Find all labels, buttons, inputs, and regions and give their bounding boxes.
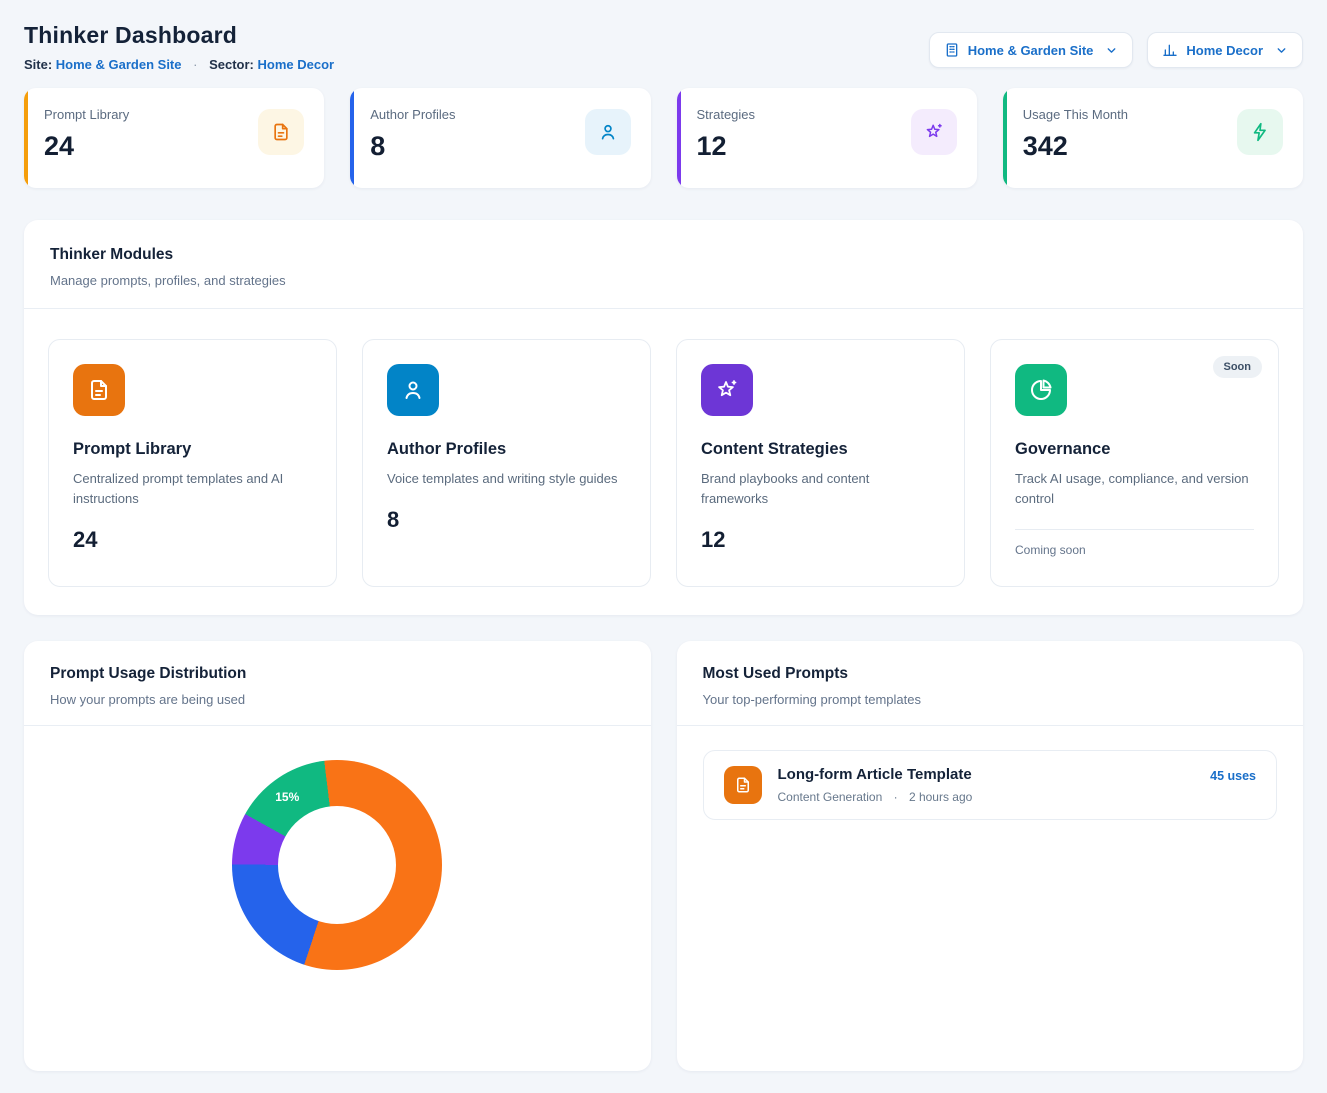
usage-card-header: Prompt Usage Distribution How your promp… — [24, 641, 651, 725]
module-description: Track AI usage, compliance, and version … — [1015, 469, 1254, 509]
modules-grid: Prompt Library Centralized prompt templa… — [24, 309, 1303, 615]
stat-text: Strategies 12 — [697, 107, 756, 162]
usage-card-subtitle: How your prompts are being used — [50, 692, 625, 707]
prompt-item-category: Content Generation — [778, 790, 883, 804]
module-card-author-profiles[interactable]: Author Profiles Voice templates and writ… — [362, 339, 651, 587]
stat-card-strategies: Strategies 12 — [677, 88, 977, 188]
site-dropdown[interactable]: Home & Garden Site — [929, 32, 1134, 68]
sparkle-star-icon — [701, 364, 753, 416]
site-label: Site: — [24, 57, 52, 72]
modules-panel-header: Thinker Modules Manage prompts, profiles… — [24, 220, 1303, 308]
prompt-list-item[interactable]: Long-form Article Template Content Gener… — [703, 750, 1278, 820]
module-description: Centralized prompt templates and AI inst… — [73, 469, 312, 509]
stat-text: Prompt Library 24 — [44, 107, 129, 162]
bar-chart-icon — [1162, 42, 1178, 58]
sector-label: Sector: — [209, 57, 254, 72]
prompt-item-uses: 45 uses — [1210, 769, 1256, 783]
site-link[interactable]: Home & Garden Site — [56, 57, 182, 72]
prompt-item-meta: Content Generation · 2 hours ago — [778, 790, 1195, 804]
prompts-card-header: Most Used Prompts Your top-performing pr… — [677, 641, 1304, 725]
separator: · — [193, 57, 197, 72]
module-value: 8 — [387, 507, 626, 533]
stat-value: 12 — [697, 131, 756, 162]
person-icon — [585, 109, 631, 155]
sector-link[interactable]: Home Decor — [258, 57, 335, 72]
separator: · — [894, 790, 898, 804]
prompt-list: Long-form Article Template Content Gener… — [677, 726, 1304, 844]
stats-row: Prompt Library 24 Author Profiles 8 Stra… — [24, 88, 1303, 188]
usage-distribution-card: Prompt Usage Distribution How your promp… — [24, 641, 651, 1071]
stat-card-prompt-library: Prompt Library 24 — [24, 88, 324, 188]
stat-text: Author Profiles 8 — [370, 107, 455, 162]
document-icon — [258, 109, 304, 155]
document-icon — [73, 364, 125, 416]
prompt-item-title: Long-form Article Template — [778, 766, 1195, 783]
sector-dropdown[interactable]: Home Decor — [1147, 32, 1303, 68]
module-card-governance[interactable]: Soon Governance Track AI usage, complian… — [990, 339, 1279, 587]
stat-label: Usage This Month — [1023, 107, 1128, 122]
module-title: Author Profiles — [387, 440, 626, 459]
sector-dropdown-label: Home Decor — [1186, 43, 1263, 58]
donut-chart-area: 15% — [24, 726, 651, 1046]
header-left: Thinker Dashboard Site: Home & Garden Si… — [24, 22, 334, 72]
stat-value: 342 — [1023, 131, 1128, 162]
stat-text: Usage This Month 342 — [1023, 107, 1128, 162]
stat-label: Prompt Library — [44, 107, 129, 122]
soon-badge: Soon — [1213, 356, 1263, 378]
page-title: Thinker Dashboard — [24, 22, 334, 49]
prompt-item-main: Long-form Article Template Content Gener… — [778, 766, 1195, 804]
breadcrumb: Site: Home & Garden Site · Sector: Home … — [24, 57, 334, 72]
divider — [1015, 529, 1254, 530]
module-value: 12 — [701, 527, 940, 553]
module-title: Prompt Library — [73, 440, 312, 459]
usage-card-title: Prompt Usage Distribution — [50, 665, 625, 683]
stat-label: Strategies — [697, 107, 756, 122]
stat-card-author-profiles: Author Profiles 8 — [350, 88, 650, 188]
lightning-icon — [1237, 109, 1283, 155]
stat-card-usage: Usage This Month 342 — [1003, 88, 1303, 188]
stat-value: 24 — [44, 131, 129, 162]
dashboard-page: Thinker Dashboard Site: Home & Garden Si… — [0, 0, 1327, 1093]
document-icon — [724, 766, 762, 804]
module-description: Brand playbooks and content frameworks — [701, 469, 940, 509]
bottom-row: Prompt Usage Distribution How your promp… — [24, 641, 1303, 1071]
page-header: Thinker Dashboard Site: Home & Garden Si… — [24, 22, 1303, 72]
donut-segment-label: 15% — [275, 790, 299, 804]
chevron-down-icon — [1275, 44, 1288, 57]
most-used-prompts-card: Most Used Prompts Your top-performing pr… — [677, 641, 1304, 1071]
coming-soon-text: Coming soon — [1015, 543, 1254, 557]
header-actions: Home & Garden Site Home Decor — [929, 32, 1303, 68]
pie-chart-icon — [1015, 364, 1067, 416]
module-card-prompt-library[interactable]: Prompt Library Centralized prompt templa… — [48, 339, 337, 587]
prompt-item-time: 2 hours ago — [909, 790, 972, 804]
modules-title: Thinker Modules — [50, 246, 1277, 264]
chevron-down-icon — [1105, 44, 1118, 57]
sparkle-star-icon — [911, 109, 957, 155]
module-title: Content Strategies — [701, 440, 940, 459]
stat-label: Author Profiles — [370, 107, 455, 122]
usage-donut-chart: 15% — [232, 760, 442, 970]
module-card-content-strategies[interactable]: Content Strategies Brand playbooks and c… — [676, 339, 965, 587]
module-description: Voice templates and writing style guides — [387, 469, 626, 489]
module-title: Governance — [1015, 440, 1254, 459]
modules-subtitle: Manage prompts, profiles, and strategies — [50, 273, 1277, 288]
module-value: 24 — [73, 527, 312, 553]
prompts-card-subtitle: Your top-performing prompt templates — [703, 692, 1278, 707]
modules-panel: Thinker Modules Manage prompts, profiles… — [24, 220, 1303, 615]
building-icon — [944, 42, 960, 58]
stat-value: 8 — [370, 131, 455, 162]
prompts-card-title: Most Used Prompts — [703, 665, 1278, 683]
site-dropdown-label: Home & Garden Site — [968, 43, 1094, 58]
person-icon — [387, 364, 439, 416]
